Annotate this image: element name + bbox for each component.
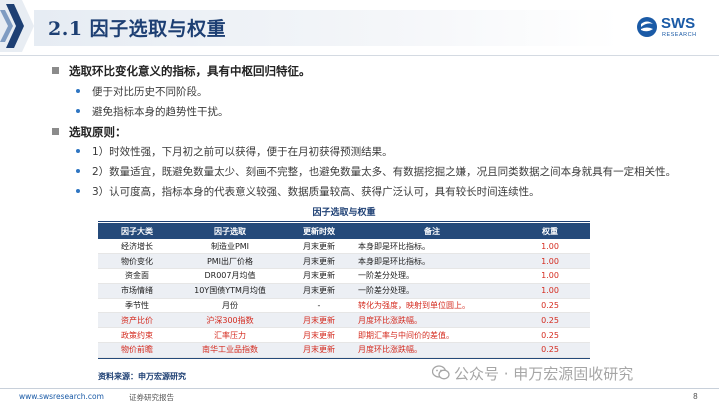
- dot-bullet-icon: [76, 169, 80, 173]
- watermark-text: 公众号 · 申万宏源固收研究: [454, 365, 634, 383]
- dot-bullet-icon: [76, 89, 80, 93]
- column-header: 更新时效: [284, 223, 354, 239]
- factor-weight: 0.25: [510, 312, 590, 329]
- sub-bullet-item: 避免指标本身的趋势性干扰。: [76, 104, 229, 119]
- factor-weight-table: 因子大类 因子选取 更新时效 备注 权重 经济增长 制造业PMI 月末更新 本身…: [98, 223, 590, 358]
- factor-weight: 0.25: [510, 342, 590, 358]
- table-row: 季节性 月份 - 转化为强度，映射到单位圆上。 0.25: [98, 298, 590, 314]
- factor-category: 物价变化: [98, 253, 176, 270]
- update-timing: 月末更新: [284, 283, 354, 299]
- header-divider: [0, 55, 719, 56]
- factor-category: 经济增长: [98, 239, 176, 255]
- footer-url-link[interactable]: www.swsresearch.com: [19, 392, 104, 401]
- update-timing: 月末更新: [284, 312, 354, 329]
- factor-weight: 1.00: [510, 239, 590, 255]
- factor-note: 本身即是环比指标。: [354, 253, 510, 270]
- page-number: 8: [693, 392, 698, 401]
- column-header: 因子大类: [98, 223, 176, 239]
- sub-bullet-text: 便于对比历史不同阶段。: [92, 86, 208, 98]
- page-title: 2.1 因子选取与权重: [48, 18, 227, 40]
- slide-header: 2.1 因子选取与权重 SWS RESEARCH: [0, 0, 719, 56]
- factor-selected: 月份: [176, 298, 284, 314]
- factor-selected: 汇率压力: [176, 327, 284, 344]
- wechat-icon: [432, 365, 450, 380]
- factor-note: 本身即是环比指标。: [354, 239, 510, 255]
- update-timing: 月末更新: [284, 327, 354, 344]
- update-timing: 月末更新: [284, 268, 354, 284]
- sub-bullet-item: 1）时效性强，下月初之前可以获得，便于在月初获得预测结果。: [76, 144, 393, 159]
- update-timing: 月末更新: [284, 342, 354, 358]
- table-header-row: 因子大类 因子选取 更新时效 备注 权重: [98, 223, 590, 239]
- sws-logo: SWS RESEARCH: [636, 15, 706, 41]
- factor-note: 月度环比涨跌幅。: [354, 312, 510, 329]
- factor-category: 资产比价: [98, 312, 176, 329]
- table-row: 政策约束 汇率压力 月末更新 即期汇率与中间价的差值。 0.25: [98, 327, 590, 344]
- update-timing: -: [284, 298, 354, 314]
- column-header: 因子选取: [176, 223, 284, 239]
- square-bullet-icon: [52, 128, 59, 135]
- factor-category: 物价前瞻: [98, 342, 176, 358]
- factor-selected: 10Y国债YTM月均值: [176, 283, 284, 299]
- factor-category: 资金面: [98, 268, 176, 284]
- bullet-item: 选取环比变化意义的指标，具有中枢回归特征。: [52, 63, 311, 79]
- table-row: 资金面 DR007月均值 月末更新 一阶差分处理。 1.00: [98, 268, 590, 284]
- table-bottom-border: [98, 357, 590, 359]
- table-row: 经济增长 制造业PMI 月末更新 本身即是环比指标。 1.00: [98, 239, 590, 255]
- table-row: 物价变化 PMI出厂价格 月末更新 本身即是环比指标。 1.00: [98, 253, 590, 270]
- table-title-divider: [98, 221, 590, 222]
- factor-selected: 南华工业品指数: [176, 342, 284, 358]
- source-note: 资料来源：申万宏源研究: [98, 372, 186, 381]
- dot-bullet-icon: [76, 109, 80, 113]
- bullet-item: 选取原则：: [52, 124, 127, 140]
- factor-weight: 1.00: [510, 268, 590, 284]
- factor-note: 一阶差分处理。: [354, 268, 510, 284]
- dot-bullet-icon: [76, 149, 80, 153]
- sub-bullet-item: 3）认可度高，指标本身的代表意义较强、数据质量较高、获得广泛认可，具有较长时间连…: [76, 184, 540, 199]
- footer-divider: [0, 388, 719, 389]
- factor-weight: 0.25: [510, 327, 590, 344]
- sub-bullet-text: 避免指标本身的趋势性干扰。: [92, 106, 229, 118]
- factor-selected: PMI出厂价格: [176, 253, 284, 270]
- factor-note: 一阶差分处理。: [354, 283, 510, 299]
- factor-weight: 1.00: [510, 283, 590, 299]
- factor-note: 月度环比涨跌幅。: [354, 342, 510, 358]
- logo-text: SWS: [661, 15, 696, 32]
- table-row: 市场情绪 10Y国债YTM月均值 月末更新 一阶差分处理。 1.00: [98, 283, 590, 299]
- factor-category: 政策约束: [98, 327, 176, 344]
- factor-note: 即期汇率与中间价的差值。: [354, 327, 510, 344]
- update-timing: 月末更新: [284, 239, 354, 255]
- table-title: 因子选取与权重: [312, 208, 376, 218]
- factor-category: 市场情绪: [98, 283, 176, 299]
- factor-selected: DR007月均值: [176, 268, 284, 284]
- sub-bullet-text: 1）时效性强，下月初之前可以获得，便于在月初获得预测结果。: [92, 146, 393, 158]
- column-header: 备注: [354, 223, 510, 239]
- bullet-text: 选取环比变化意义的指标，具有中枢回归特征。: [69, 64, 311, 78]
- factor-weight: 0.25: [510, 298, 590, 314]
- sub-bullet-item: 2）数量适宜，既避免数量太少、刻画不完整，也避免数量太多、有数据挖掘之嫌，况且同…: [76, 164, 676, 179]
- table-row: 物价前瞻 南华工业品指数 月末更新 月度环比涨跌幅。 0.25: [98, 342, 590, 358]
- watermark: 公众号 · 申万宏源固收研究: [432, 363, 633, 384]
- bullet-text: 选取原则：: [69, 125, 127, 139]
- update-timing: 月末更新: [284, 253, 354, 270]
- factor-category: 季节性: [98, 298, 176, 314]
- column-header: 权重: [510, 223, 590, 239]
- logo-subtext: RESEARCH: [662, 32, 697, 38]
- factor-table: 因子选取与权重 因子大类 因子选取 更新时效 备注 权重 经济增长 制造业PMI…: [98, 207, 590, 359]
- header-decoration-icon: [0, 0, 34, 52]
- footer-report-label: 证券研究报告: [129, 393, 174, 402]
- factor-weight: 1.00: [510, 253, 590, 270]
- sub-bullet-item: 便于对比历史不同阶段。: [76, 84, 208, 99]
- sub-bullet-text: 3）认可度高，指标本身的代表意义较强、数据质量较高、获得广泛认可，具有较长时间连…: [92, 186, 540, 198]
- dot-bullet-icon: [76, 189, 80, 193]
- sws-logo-icon: [637, 17, 657, 37]
- factor-selected: 沪深300指数: [176, 312, 284, 329]
- sub-bullet-text: 2）数量适宜，既避免数量太少、刻画不完整，也避免数量太多、有数据挖掘之嫌，况且同…: [92, 166, 677, 178]
- square-bullet-icon: [52, 67, 59, 74]
- table-row: 资产比价 沪深300指数 月末更新 月度环比涨跌幅。 0.25: [98, 312, 590, 329]
- factor-note: 转化为强度，映射到单位圆上。: [354, 298, 510, 314]
- factor-selected: 制造业PMI: [176, 239, 284, 255]
